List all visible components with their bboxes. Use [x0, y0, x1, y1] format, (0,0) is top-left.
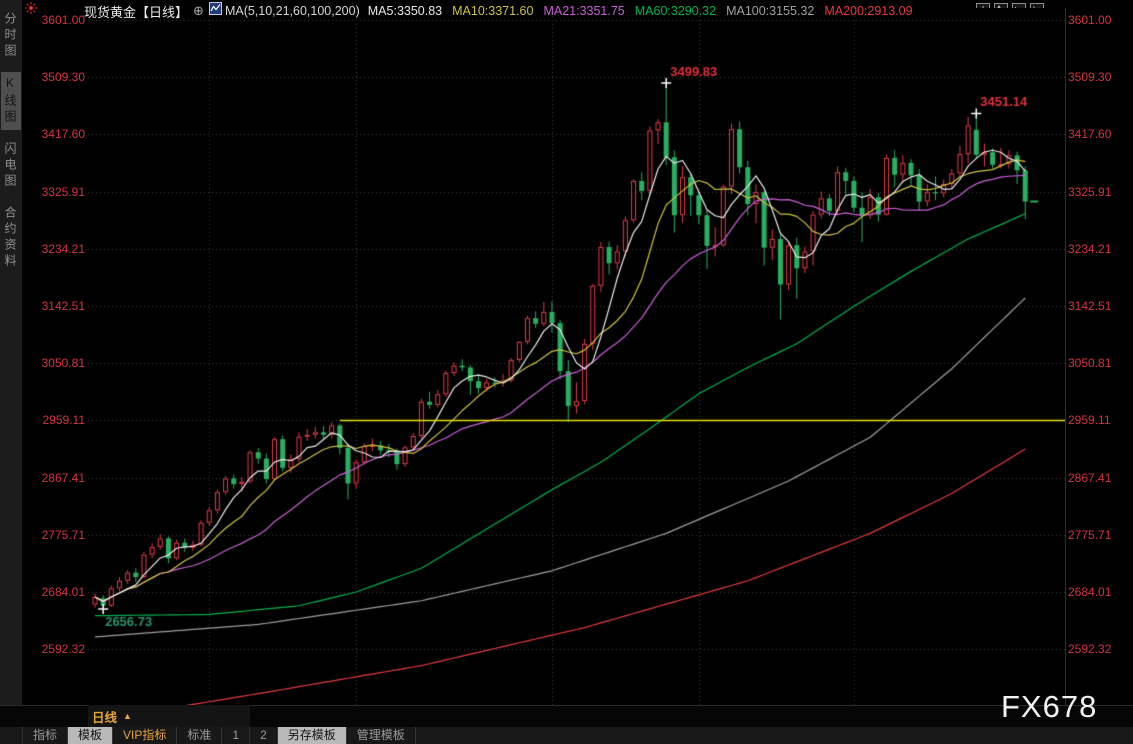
y-tick-left: 2959.11: [35, 413, 85, 427]
chart-type-sidebar: 分时图 K线图闪电图合约资料: [0, 0, 22, 705]
y-tick-left: 3509.30: [35, 70, 85, 84]
y-tick-left: 3325.91: [35, 185, 85, 199]
y-tick-right: 2592.32: [1068, 642, 1118, 656]
candlestick-chart-canvas[interactable]: [88, 8, 1065, 705]
y-tick-left: 2592.32: [35, 642, 85, 656]
y-tick-right: 3417.60: [1068, 127, 1118, 141]
plot-right-border: [1065, 8, 1066, 705]
ma-legend-item: MA5:3350.83: [368, 4, 442, 18]
y-tick-right: 2959.11: [1068, 413, 1118, 427]
period-selector-label: 日线: [92, 707, 117, 726]
y-tick-left: 2684.01: [35, 585, 85, 599]
y-tick-right: 2684.01: [1068, 585, 1118, 599]
ma-legend-item: MA60:3290.32: [635, 4, 716, 18]
sidebar-item-kline-chart[interactable]: K线图: [1, 72, 21, 130]
y-tick-left: 3050.81: [35, 356, 85, 370]
chart-toolbar: 现货黄金 【日线】 ⊕ MA(5,10,21,60,100,200) MA5:3…: [22, 0, 1133, 22]
watermark-logo: FX678: [1001, 689, 1097, 725]
tab-indicators[interactable]: 指标: [22, 727, 68, 744]
tab-templates[interactable]: 模板: [68, 727, 113, 744]
y-tick-right: 3142.51: [1068, 299, 1118, 313]
tab-standard[interactable]: 标准: [177, 727, 222, 744]
bottom-tabs-bar: 指标模板VIP指标标准12另存模板管理模板: [0, 727, 1133, 744]
ma-params-label: MA(5,10,21,60,100,200): [225, 4, 360, 18]
tab-2[interactable]: 2: [250, 727, 278, 744]
ma-legend-item: MA100:3155.32: [726, 4, 814, 18]
ma-legend: MA5:3350.83 MA10:3371.60 MA21:3351.75 MA60:…: [368, 2, 923, 20]
sidebar-item-lightning-chart[interactable]: 闪电图: [1, 138, 21, 194]
tab-manage-templates[interactable]: 管理模板: [347, 727, 416, 744]
ma-legend-item: MA200:2913.09: [824, 4, 912, 18]
y-tick-right: 3325.91: [1068, 185, 1118, 199]
tab-vip-indicators[interactable]: VIP指标: [113, 727, 177, 744]
period-selector[interactable]: 日线 ▲: [88, 705, 250, 727]
y-tick-right: 3509.30: [1068, 70, 1118, 84]
y-tick-left: 3417.60: [35, 127, 85, 141]
y-tick-right: 2867.41: [1068, 471, 1118, 485]
ma-legend-item: MA10:3371.60: [452, 4, 533, 18]
y-tick-right: 2775.71: [1068, 528, 1118, 542]
expand-icon[interactable]: ⊕: [193, 3, 204, 19]
sidebar-item-contract-info[interactable]: 合约资料: [1, 202, 21, 274]
tab-save-template[interactable]: 另存模板: [278, 727, 347, 744]
period-tag: 【日线】: [136, 2, 188, 21]
y-tick-left: 3142.51: [35, 299, 85, 313]
period-arrow-icon: ▲: [123, 711, 132, 721]
y-tick-right: 3234.21: [1068, 242, 1118, 256]
ma-indicator-icon[interactable]: [209, 2, 222, 20]
trading-app-window: 分时图 K线图闪电图合约资料 现货黄金 【日线】 ⊕ MA(5,10,21,60,…: [0, 0, 1133, 744]
y-tick-right: 3050.81: [1068, 356, 1118, 370]
hot-indicator-icon: [25, 1, 37, 19]
tab-1[interactable]: 1: [222, 727, 250, 744]
symbol-title: 现货黄金: [84, 2, 136, 21]
ma-legend-item: MA21:3351.75: [543, 4, 624, 18]
y-tick-left: 2867.41: [35, 471, 85, 485]
y-tick-left: 3234.21: [35, 242, 85, 256]
sidebar-item-time-chart[interactable]: 分时图: [1, 8, 21, 64]
y-tick-left: 2775.71: [35, 528, 85, 542]
